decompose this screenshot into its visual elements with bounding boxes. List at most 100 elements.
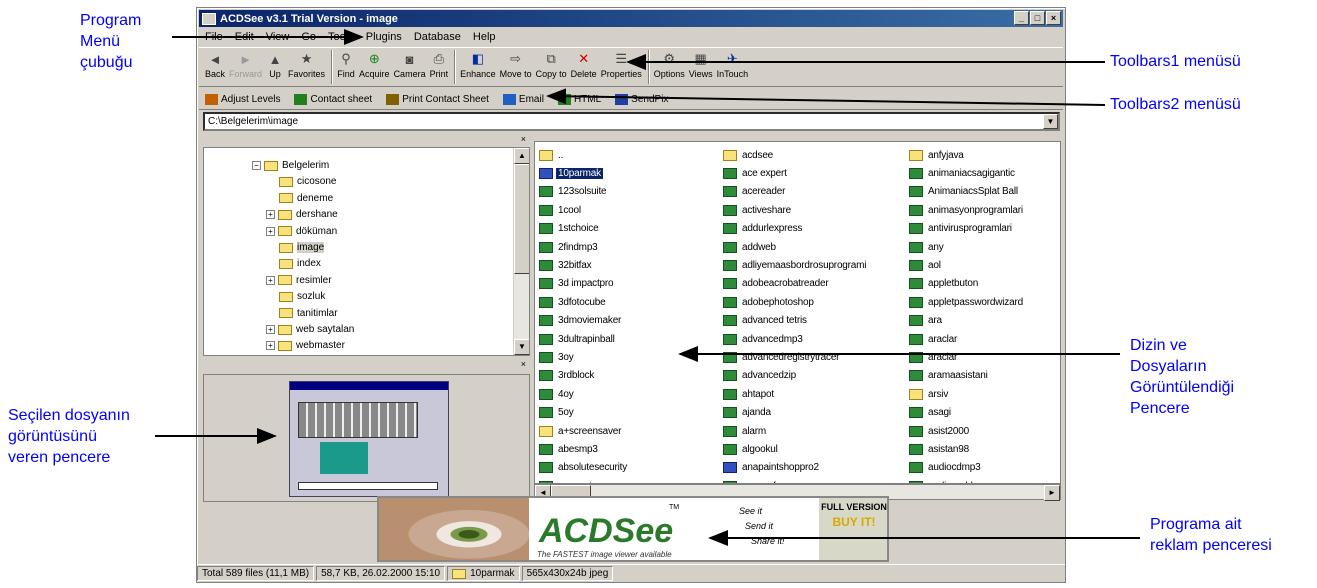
menu-view[interactable]: View [260,31,296,43]
file-item[interactable]: adobephotoshop [723,293,868,311]
file-item[interactable]: 4oy [539,385,629,403]
tree-item[interactable]: sozluk [279,289,325,304]
file-item[interactable]: appletpasswordwizard [909,293,1025,311]
file-item[interactable]: a+screensaver [539,422,629,440]
file-item[interactable]: advanced tetris [723,312,868,330]
file-item[interactable]: antivirusprogramlari [909,220,1025,238]
file-item[interactable]: addweb [723,238,868,256]
file-item[interactable]: abesmp3 [539,440,629,458]
file-item[interactable]: animasyonprogramlari [909,201,1025,219]
delete-button[interactable]: ✕ Delete [571,48,597,79]
tree-item[interactable]: + döküman [266,224,337,239]
file-item[interactable]: asist2000 [909,422,1025,440]
properties-button[interactable]: ☰ Properties [601,48,642,79]
file-item[interactable]: anapaintshoppro2 [723,459,868,477]
back-button[interactable]: ◄ Back [205,48,225,80]
file-item[interactable]: anfyjava [909,146,1025,164]
file-item[interactable]: absolutesecurity [539,459,629,477]
file-item[interactable]: advancedzip [723,367,868,385]
file-item[interactable]: animaniacsagigantic [909,164,1025,182]
file-item[interactable]: 3dultrapinball [539,330,629,348]
tree-item[interactable]: index [279,256,321,271]
menu-tools[interactable]: Tools [322,31,360,43]
maximize-button[interactable]: □ [1030,11,1045,25]
file-item[interactable]: asistan98 [909,440,1025,458]
file-item[interactable]: any [909,238,1025,256]
tree-panel-close-icon[interactable]: × [203,135,530,145]
file-item[interactable]: 3dmoviemaker [539,312,629,330]
file-item[interactable]: 1stchoice [539,220,629,238]
expand-icon[interactable]: + [266,226,275,236]
scroll-right-icon[interactable]: ► [1044,485,1060,501]
tree-scrollbar[interactable]: ▲ ▼ [513,148,529,355]
enhance-button[interactable]: ◧ Enhance [460,48,496,79]
file-item[interactable]: 123solsuite [539,183,629,201]
views-button[interactable]: ▦ Views [689,48,713,79]
scroll-down-icon[interactable]: ▼ [514,339,529,355]
file-item[interactable]: algookul [723,440,868,458]
print-button[interactable]: ⎙ Print [430,48,449,79]
tree-item[interactable]: − Belgelerim [252,158,329,173]
find-button[interactable]: ⚲ Find [337,48,355,79]
file-item[interactable]: .. [539,146,629,164]
tree-item[interactable]: image [279,240,325,255]
tree-item[interactable]: + web saytalan [266,322,354,337]
dropdown-arrow-icon[interactable]: ▼ [1043,114,1058,129]
title-bar[interactable]: ACDSee v3.1 Trial Version - image _ □ × [199,10,1063,27]
tree-item[interactable]: + dershane [266,207,338,222]
copy-to-button[interactable]: ⧉ Copy to [536,48,567,79]
expand-icon[interactable]: + [266,210,275,220]
expand-icon[interactable]: + [266,341,275,351]
file-item[interactable]: acdsee [723,146,868,164]
file-item[interactable]: ajanda [723,403,868,421]
file-item[interactable]: 32bitfax [539,256,629,274]
file-item[interactable]: 3dfotocube [539,293,629,311]
file-item[interactable]: asagi [909,403,1025,421]
file-item[interactable]: 3oy [539,348,629,366]
file-item[interactable]: 3rdblock [539,367,629,385]
address-bar[interactable]: C:\Belgelerim\image ▼ [203,112,1060,131]
scroll-thumb[interactable] [514,164,529,274]
expand-icon[interactable]: − [252,161,261,170]
menu-plugins[interactable]: Plugins [360,31,408,43]
menu-help[interactable]: Help [467,31,502,43]
expand-icon[interactable]: + [266,275,275,285]
file-item[interactable]: araclar [909,330,1025,348]
file-item[interactable]: ahtapot [723,385,868,403]
sendpix-button[interactable]: SendPix [615,93,668,105]
scroll-up-icon[interactable]: ▲ [514,148,529,164]
move-to-button[interactable]: ⇨ Move to [500,48,532,79]
file-item[interactable]: audiograbber [909,477,1025,483]
file-item[interactable]: anasayfa [723,477,868,483]
file-item[interactable]: advancedregistrytracer [723,348,868,366]
contact-sheet-button[interactable]: Contact sheet [294,93,372,105]
ad-banner[interactable]: ACDSee TM The FASTEST image viewer avail… [377,496,889,562]
file-item[interactable]: arsiv [909,385,1025,403]
file-item[interactable]: acereader [723,183,868,201]
file-item[interactable]: 2findmp3 [539,238,629,256]
menu-go[interactable]: Go [295,31,322,43]
close-button[interactable]: × [1046,11,1061,25]
file-item[interactable]: 5oy [539,403,629,421]
file-item[interactable]: AnimaniacsSplat Ball [909,183,1025,201]
file-item[interactable]: araclar [909,348,1025,366]
adjust-levels-button[interactable]: Adjust Levels [205,93,280,105]
forward-button[interactable]: ► Forward [229,48,262,80]
minimize-button[interactable]: _ [1014,11,1029,25]
ad-full-version[interactable]: FULL VERSION BUY IT! [819,498,887,560]
file-item[interactable]: 10parmak [539,164,629,182]
file-item[interactable]: alarm [723,422,868,440]
file-item[interactable]: ace expert [723,164,868,182]
options-button[interactable]: ⚙ Options [654,48,685,79]
acquire-button[interactable]: ⊕ Acquire [359,48,390,79]
tree-item[interactable]: deneme [279,191,333,206]
email-button[interactable]: Email [502,93,544,105]
file-item[interactable]: 1cool [539,201,629,219]
file-item[interactable]: addurlexpress [723,220,868,238]
tree-item[interactable]: + webmaster [266,338,345,353]
tree-item[interactable]: tanitimlar [279,306,338,321]
expand-icon[interactable]: + [266,325,275,334]
menu-database[interactable]: Database [408,31,467,43]
favorites-button[interactable]: ★ Favorites [288,48,325,79]
file-item[interactable]: advancedmp3 [723,330,868,348]
